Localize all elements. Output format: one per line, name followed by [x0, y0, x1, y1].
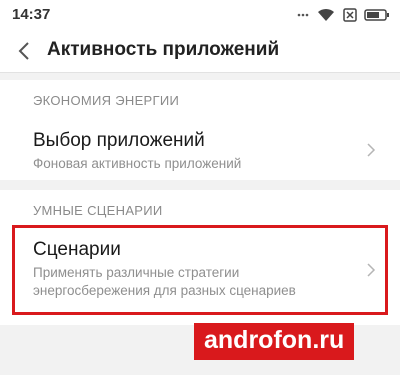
- status-bar: 14:37: [0, 0, 400, 30]
- item-subtitle-scenarios-line1: Применять различные стратегии: [33, 265, 240, 280]
- list-item-scenarios[interactable]: Сценарии Применять различные стратегии э…: [0, 228, 400, 312]
- back-button[interactable]: [14, 39, 36, 63]
- section-smart-scenarios: УМНЫЕ СЦЕНАРИИ Сценарии Применять различ…: [0, 190, 400, 325]
- chevron-right-icon: [367, 263, 376, 277]
- chevron-left-icon: [18, 42, 29, 60]
- section-header-smart-scenarios: УМНЫЕ СЦЕНАРИИ: [33, 203, 163, 218]
- list-item-app-selection[interactable]: Выбор приложений Фоновая активность прил…: [0, 118, 400, 178]
- status-time: 14:37: [12, 6, 51, 23]
- section-header-energy-saving: ЭКОНОМИЯ ЭНЕРГИИ: [33, 93, 180, 108]
- item-title-scenarios: Сценарии: [33, 239, 121, 260]
- chevron-right-icon: [367, 143, 376, 157]
- signal-dots-icon: [296, 7, 310, 23]
- status-icons: [296, 7, 390, 23]
- sim-off-icon: [342, 7, 358, 23]
- divider: [0, 72, 400, 73]
- wifi-icon: [316, 7, 336, 23]
- item-subtitle-scenarios-line2: энергосбережения для разных сценариев: [33, 283, 296, 298]
- watermark: androfon.ru: [194, 323, 355, 360]
- app-header: Активность приложений: [0, 30, 400, 72]
- item-subtitle-app-selection: Фоновая активность приложений: [33, 156, 242, 171]
- battery-icon: [364, 8, 390, 22]
- page-title: Активность приложений: [47, 39, 280, 60]
- section-energy-saving: ЭКОНОМИЯ ЭНЕРГИИ Выбор приложений Фонова…: [0, 80, 400, 180]
- item-title-app-selection: Выбор приложений: [33, 130, 205, 151]
